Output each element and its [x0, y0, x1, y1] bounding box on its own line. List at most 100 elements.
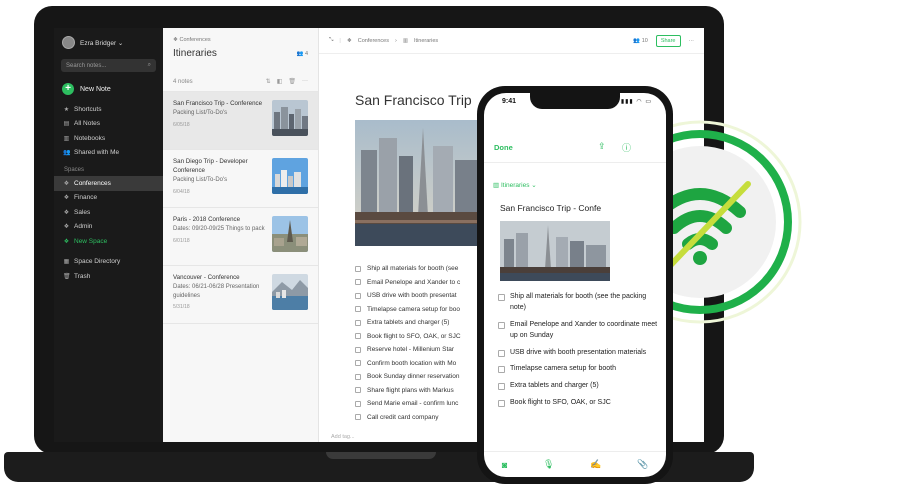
checkbox[interactable]	[355, 319, 361, 326]
checkbox[interactable]	[355, 414, 361, 421]
sidebar-item-admin[interactable]: ❖ Admin	[54, 220, 163, 235]
notebook-selector[interactable]: ▥ Itineraries ⌄	[493, 181, 537, 189]
checklist-item[interactable]: Book flight to SFO, OAK, or SJC	[498, 397, 658, 408]
user-menu[interactable]: Ezra Bridger ⌄	[54, 28, 163, 55]
note-thumbnail	[272, 274, 308, 310]
checklist-item[interactable]: Ship all materials for booth (see	[355, 262, 461, 276]
checkbox[interactable]	[355, 373, 361, 380]
sidebar-item-label: Admin	[74, 223, 93, 231]
sidebar-item-trash[interactable]: 🗑 Trash	[54, 269, 163, 284]
list-item[interactable]: San Francisco Trip - Conference Packing …	[163, 92, 318, 150]
checkbox[interactable]	[355, 360, 361, 367]
checkbox[interactable]	[355, 387, 361, 394]
breadcrumb-space[interactable]: Conferences	[358, 38, 389, 44]
checklist-item[interactable]: Send Marie email - confirm lunc	[355, 397, 461, 411]
sidebar-item-label: Shared with Me	[74, 149, 120, 157]
chevron-right-icon: ›	[394, 37, 397, 44]
delete-icon[interactable]: 🗑	[288, 78, 296, 85]
checklist-item[interactable]: Book flight to SFO, OAK, or SJC	[355, 330, 461, 344]
checkbox[interactable]	[355, 292, 361, 299]
list-item[interactable]: Vancouver - Conference Dates: 06/21-06/2…	[163, 266, 318, 324]
microphone-icon[interactable]: 🎙	[543, 459, 554, 470]
checklist-item[interactable]: Timelapse camera setup for booth	[498, 363, 658, 374]
checkbox[interactable]	[355, 265, 361, 272]
sidebar-item-shortcuts[interactable]: ★ Shortcuts	[54, 102, 163, 117]
checklist-item[interactable]: Confirm booth location with Mo	[355, 357, 461, 371]
note-title: San Diego Trip - Developer Conference	[173, 158, 248, 174]
checkbox[interactable]	[355, 346, 361, 353]
phone-notch	[530, 93, 620, 109]
checklist-item[interactable]: Reserve hotel - Millenium Star	[355, 343, 461, 357]
share-button[interactable]: Share	[655, 34, 681, 47]
checkbox[interactable]	[498, 294, 505, 301]
checklist-item[interactable]: Book Sunday dinner reservation	[355, 370, 461, 384]
sidebar-item-label: Space Directory	[74, 258, 121, 266]
sidebar-item-finance[interactable]: ❖ Finance	[54, 191, 163, 206]
note-title[interactable]: San Francisco Trip	[355, 92, 472, 108]
expand-icon[interactable]: ⤡	[329, 37, 333, 44]
search-icon: ⌕	[147, 62, 151, 68]
sidebar-item-all-notes[interactable]: ▤ All Notes	[54, 117, 163, 132]
sidebar-item-shared[interactable]: 👥 Shared with Me	[54, 146, 163, 161]
checklist-item[interactable]: USB drive with booth presentation materi…	[498, 347, 658, 358]
checkbox[interactable]	[498, 321, 505, 329]
sidebar-item-label: Conferences	[74, 179, 111, 187]
add-tag-input[interactable]: Add tag...	[331, 434, 355, 440]
checklist-item[interactable]: Timelapse camera setup for boo	[355, 303, 461, 317]
sidebar-item-conferences[interactable]: ❖ Conferences	[54, 176, 163, 191]
sidebar-item-space-directory[interactable]: ▦ Space Directory	[54, 255, 163, 270]
list-item[interactable]: San Diego Trip - Developer Conference Pa…	[163, 150, 318, 208]
checkbox[interactable]	[355, 333, 361, 340]
member-count[interactable]: 👥 4	[297, 51, 308, 57]
done-button[interactable]: Done	[494, 143, 513, 152]
people-icon: 👥	[633, 37, 642, 44]
notebook-title: Itineraries	[173, 48, 217, 59]
checkbox[interactable]	[355, 306, 361, 313]
space-icon: ❖	[346, 37, 352, 44]
spaces-heading: Spaces	[64, 167, 85, 173]
list-item[interactable]: Paris - 2018 Conference Dates: 09/20-09/…	[163, 208, 318, 266]
breadcrumb-notebook[interactable]: Itineraries	[414, 38, 438, 44]
note-title[interactable]: San Francisco Trip - Confe	[500, 203, 601, 213]
sort-icon[interactable]: ⇅	[266, 78, 271, 85]
checkbox[interactable]	[498, 349, 505, 357]
checklist-item[interactable]: USB drive with booth presentat	[355, 289, 461, 303]
note-thumbnail	[272, 100, 308, 136]
share-icon[interactable]: ⇪	[598, 141, 606, 152]
checklist-item[interactable]: Share flight plans with Markus	[355, 384, 461, 398]
more-icon[interactable]: ···	[689, 38, 695, 44]
camera-icon[interactable]: ◙	[502, 460, 507, 470]
sidebar-item-new-space[interactable]: ❖ New Space	[54, 234, 163, 249]
attachment-icon[interactable]: 📎	[637, 459, 648, 470]
search-input[interactable]: Search notes... ⌕	[61, 59, 156, 72]
checkbox[interactable]	[355, 400, 361, 407]
note-icon: ▤	[63, 121, 70, 128]
phone-frame: 9:41 ▮▮▮ ◠ ▭ Done ⇪ ⓘ ▥ Itineraries ⌄ Sa…	[477, 86, 673, 484]
new-note-button[interactable]: + New Note	[54, 76, 163, 102]
note-thumbnail	[272, 216, 308, 252]
checklist-item[interactable]: Email Penelope and Xander to coordinate …	[498, 319, 658, 341]
checkbox[interactable]	[355, 279, 361, 286]
member-count[interactable]: 👥 10	[633, 38, 648, 44]
sidebar-item-notebooks[interactable]: ▥ Notebooks	[54, 131, 163, 146]
checkbox[interactable]	[498, 399, 505, 407]
note-snippet: Packing List/To-Do's	[173, 176, 228, 183]
checklist-item[interactable]: Email Penelope and Xander to c	[355, 276, 461, 290]
note-image	[355, 120, 480, 246]
checkbox[interactable]	[498, 366, 505, 374]
checkbox[interactable]	[498, 383, 505, 391]
laptop-notch	[326, 452, 436, 459]
handwriting-icon[interactable]: ✍	[590, 459, 601, 470]
checklist-item[interactable]: Extra tablets and charger (5)	[355, 316, 461, 330]
checklist-item[interactable]: Extra tablets and charger (5)	[498, 380, 658, 391]
checklist-item[interactable]: Call credit card company	[355, 411, 461, 425]
space-icon: ❖	[63, 209, 70, 216]
checklist-item[interactable]: Ship all materials for booth (see the pa…	[498, 291, 658, 313]
note-snippet: Packing List/To-Do's	[173, 109, 228, 116]
view-icon[interactable]: ◧	[277, 78, 283, 85]
more-icon[interactable]: ···	[302, 78, 308, 85]
note-title: Vancouver - Conference	[173, 274, 240, 281]
breadcrumb[interactable]: ❖ Conferences	[163, 28, 318, 43]
info-icon[interactable]: ⓘ	[622, 141, 631, 154]
sidebar-item-sales[interactable]: ❖ Sales	[54, 205, 163, 220]
